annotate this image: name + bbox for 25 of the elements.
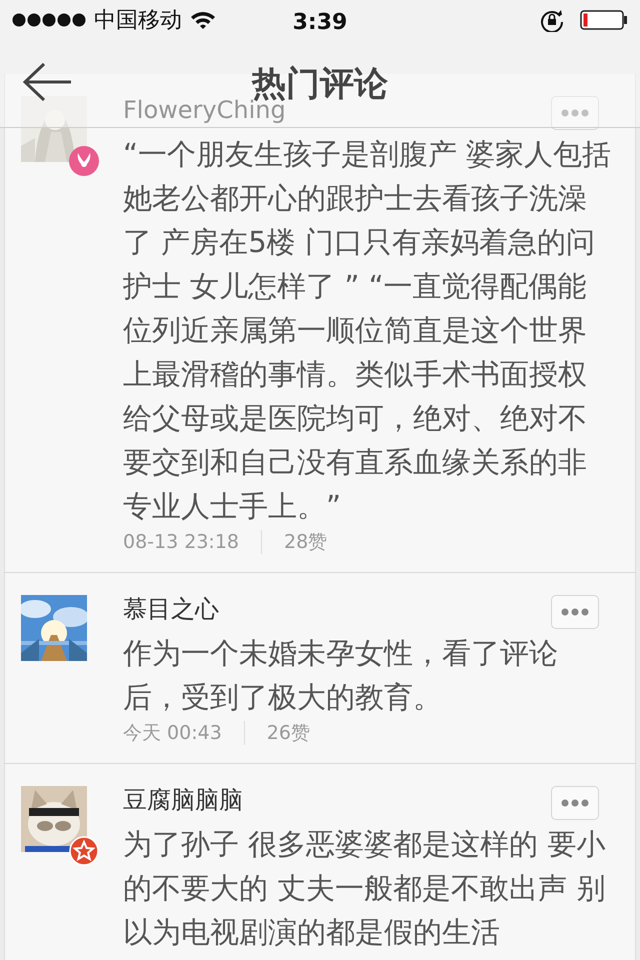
more-button[interactable] [551, 96, 599, 130]
comment-time: 今天 00:43 [123, 721, 222, 746]
more-button[interactable] [551, 786, 599, 820]
comment-text: “一个朋友生孩子是剖腹产 婆家人包括她老公都开心的跟护士去看孩子洗澡了 产房在5楼 门口只有亲妈着急的问护士 女儿怎样了 ” “一直觉得配偶能位列近亲属第一顺位简直是这个世界上最滑稽的事情。类似手术书面授权给父母或是医院均可，绝对、绝对不要交到和自己没有直系血缘关系的非专业人士手上。” [123, 136, 612, 525]
author-name[interactable]: 慕目之心 [123, 593, 615, 625]
comment-text: 为了孙子 很多恶婆婆都是这样的 要小的不要大的 丈夫一般都是不敢出声 别以为电视剧演的都是假的生活 [123, 826, 606, 951]
wifi-icon [190, 10, 216, 30]
dots-icon [561, 608, 589, 616]
dots-icon [561, 109, 589, 117]
author-name[interactable]: 豆腐脑脑脑 [123, 784, 615, 816]
like-count[interactable]: 28赞 [284, 528, 328, 556]
like-count[interactable]: 26赞 [266, 719, 310, 747]
dots-icon [561, 799, 589, 807]
more-button[interactable] [551, 595, 599, 629]
battery-icon [580, 10, 628, 30]
rotation-lock-icon [540, 8, 564, 32]
comment-time: 08-13 23:18 [123, 530, 240, 555]
star-badge-icon [69, 836, 99, 866]
rabbit-badge-icon [69, 146, 99, 176]
back-button[interactable] [22, 62, 72, 102]
comment-text: 作为一个未婚未孕女性，看了评论后，受到了极大的教育。 [123, 635, 559, 716]
carrier-name: 中国移动 [94, 6, 182, 34]
page-title: 热门评论 [252, 62, 388, 104]
time: 3:39 [292, 9, 348, 37]
signal-icon [12, 13, 86, 27]
